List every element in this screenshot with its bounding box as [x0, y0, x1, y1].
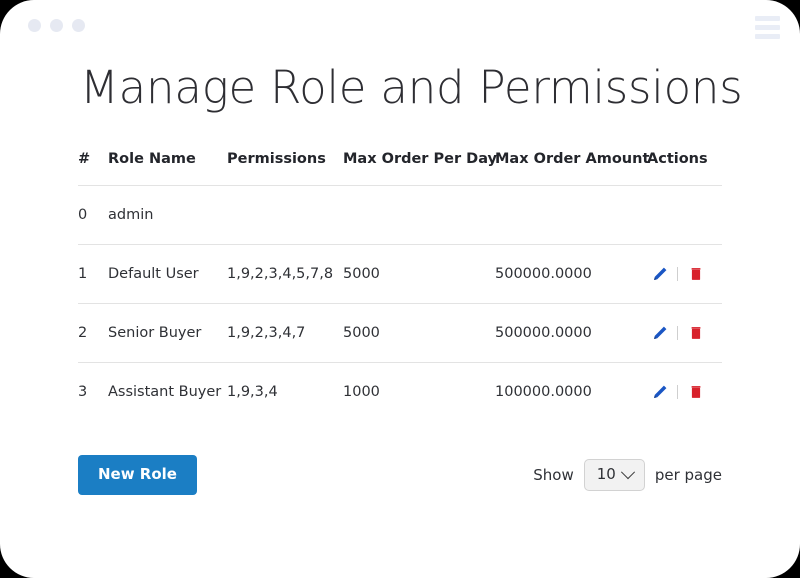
cell-max-order-amount: [495, 185, 647, 245]
cell-permissions: [227, 185, 343, 245]
chevron-down-icon: [620, 464, 635, 479]
page-size-value: 10: [596, 465, 616, 484]
cell-max-order-amount: 500000.0000: [495, 303, 647, 363]
cell-role-name: Senior Buyer: [108, 303, 227, 363]
cell-max-order-per-day: 5000: [343, 303, 495, 363]
column-header-role-name: Role Name: [108, 151, 196, 168]
trash-icon[interactable]: [687, 325, 704, 342]
pencil-icon[interactable]: [651, 384, 668, 401]
table-row[interactable]: 3 Assistant Buyer 1,9,3,4 1000 100000.00…: [78, 362, 722, 422]
cell-actions: [647, 303, 722, 363]
roles-table-body: 0 admin 1 Default User 1,9,2,3,4,5,7,8 5…: [78, 185, 722, 422]
window-dot-close[interactable]: [28, 19, 41, 32]
row-actions: [647, 325, 722, 342]
pencil-icon[interactable]: [651, 266, 668, 283]
row-actions: [647, 266, 722, 283]
roles-table-head: # Role Name Permissions Max Order Per Da…: [78, 151, 722, 186]
trash-icon[interactable]: [687, 266, 704, 283]
cell-permissions: 1,9,3,4: [227, 362, 343, 422]
app-window: Manage Role and Permissions # Role Name …: [0, 0, 800, 578]
page-content: Manage Role and Permissions # Role Name …: [78, 61, 743, 496]
window-dot-minimize[interactable]: [50, 19, 63, 32]
action-divider: [677, 267, 678, 282]
hamburger-icon[interactable]: [755, 16, 780, 39]
action-divider: [677, 326, 678, 341]
table-row[interactable]: 2 Senior Buyer 1,9,2,3,4,7 5000 500000.0…: [78, 303, 722, 363]
pagination-controls: Show 10 per page: [533, 459, 722, 492]
hamburger-line-3: [755, 34, 780, 39]
table-footer: New Role Show 10 per page: [78, 455, 722, 496]
cell-number: 1: [78, 244, 108, 304]
cell-max-order-per-day: [343, 185, 495, 245]
window-titlebar: [0, 0, 800, 56]
per-page-label: per page: [654, 466, 722, 485]
column-header-actions: Actions: [647, 151, 708, 168]
trash-icon[interactable]: [687, 384, 704, 401]
table-header-row: # Role Name Permissions Max Order Per Da…: [78, 151, 722, 186]
show-label: Show: [533, 466, 574, 485]
action-divider: [677, 385, 678, 400]
cell-max-order-amount: 100000.0000: [495, 362, 647, 422]
page-size-select[interactable]: 10: [583, 459, 645, 492]
cell-permissions: 1,9,2,3,4,5,7,8: [227, 244, 343, 304]
column-header-max-order-per-day: Max Order Per Day: [343, 151, 497, 168]
page-title: Manage Role and Permissions: [80, 61, 743, 114]
cell-number: 0: [78, 185, 108, 245]
cell-role-name: admin: [108, 185, 227, 245]
cell-permissions: 1,9,2,3,4,7: [227, 303, 343, 363]
table-row[interactable]: 0 admin: [78, 185, 722, 245]
hamburger-line-2: [755, 25, 780, 30]
column-header-number: #: [78, 151, 91, 168]
new-role-button[interactable]: New Role: [78, 455, 197, 496]
window-controls: [28, 19, 85, 32]
pencil-icon[interactable]: [651, 325, 668, 342]
column-header-permissions: Permissions: [227, 151, 326, 168]
cell-number: 2: [78, 303, 108, 363]
row-actions: [647, 384, 722, 401]
cell-actions: [647, 185, 722, 245]
column-header-max-order-amount: Max Order Amount: [495, 151, 650, 168]
cell-role-name: Assistant Buyer: [108, 362, 227, 422]
cell-max-order-amount: 500000.0000: [495, 244, 647, 304]
cell-role-name: Default User: [108, 244, 227, 304]
hamburger-line-1: [755, 16, 780, 21]
table-row[interactable]: 1 Default User 1,9,2,3,4,5,7,8 5000 5000…: [78, 244, 722, 304]
cell-actions: [647, 362, 722, 422]
cell-max-order-per-day: 5000: [343, 244, 495, 304]
cell-number: 3: [78, 362, 108, 422]
cell-actions: [647, 244, 722, 304]
cell-max-order-per-day: 1000: [343, 362, 495, 422]
roles-table: # Role Name Permissions Max Order Per Da…: [78, 151, 722, 422]
window-dot-maximize[interactable]: [72, 19, 85, 32]
